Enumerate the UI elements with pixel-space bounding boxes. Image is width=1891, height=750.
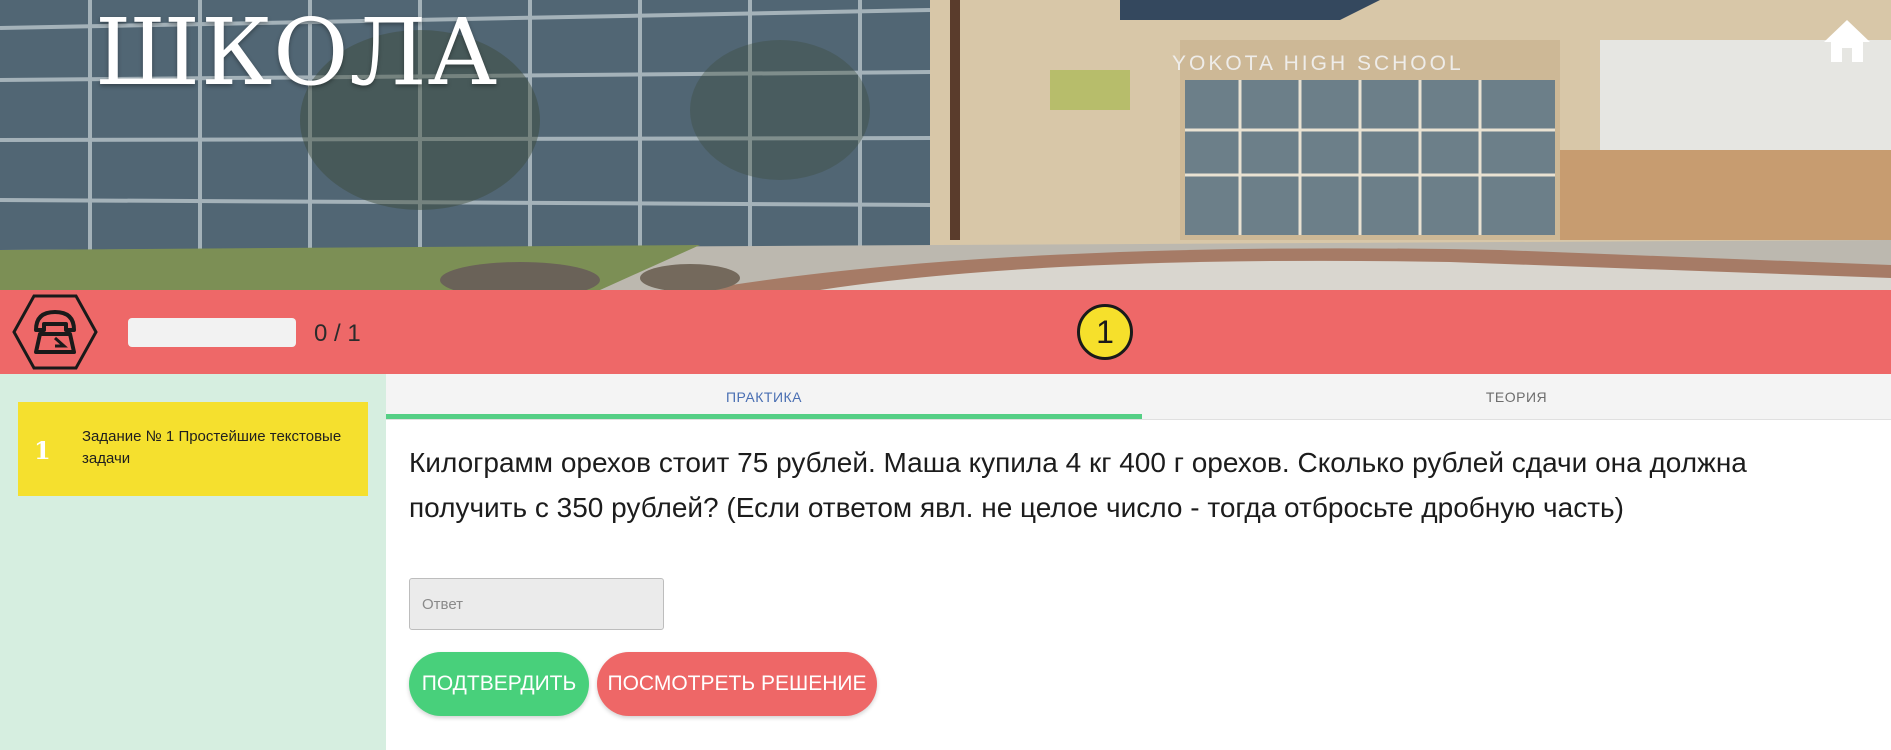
task-item-number: 1 [34,436,51,465]
progress-bar [128,318,296,347]
sidebar: 1 Задание № 1 Простейшие текстовые задач… [0,374,386,750]
question-text: Килограмм орехов стоит 75 рублей. Маша к… [409,447,1747,523]
tab-bar: ПРАКТИКА ТЕОРИЯ [386,374,1891,420]
task-item-label: Задание № 1 Простейшие текстовые задачи [82,428,342,467]
current-task-number: 1 [1077,304,1133,360]
home-button[interactable] [1822,18,1872,64]
site-title: ШКОЛА [95,0,499,106]
hero-banner: YOKOTA HIGH SCHOOL ШКОЛА [0,0,1891,290]
score-counter: 0 / 1 [314,320,361,347]
home-icon [1824,20,1870,62]
sidebar-task-item[interactable]: 1 Задание № 1 Простейшие текстовые задач… [18,402,368,496]
tab-theory[interactable]: ТЕОРИЯ [1142,374,1891,420]
banner-sign-text: YOKOTA HIGH SCHOOL [1172,52,1464,75]
active-tab-indicator [386,414,1142,419]
current-task-badge: 1 [1077,304,1133,360]
confirm-button[interactable]: ПОДТВЕРДИТЬ [409,652,589,716]
status-bar: 0 / 1 [0,290,1891,374]
phone-hexagon-logo-icon[interactable] [12,294,98,370]
show-solution-button[interactable]: ПОСМОТРЕТЬ РЕШЕНИЕ [597,652,877,716]
answer-input[interactable] [409,578,664,630]
